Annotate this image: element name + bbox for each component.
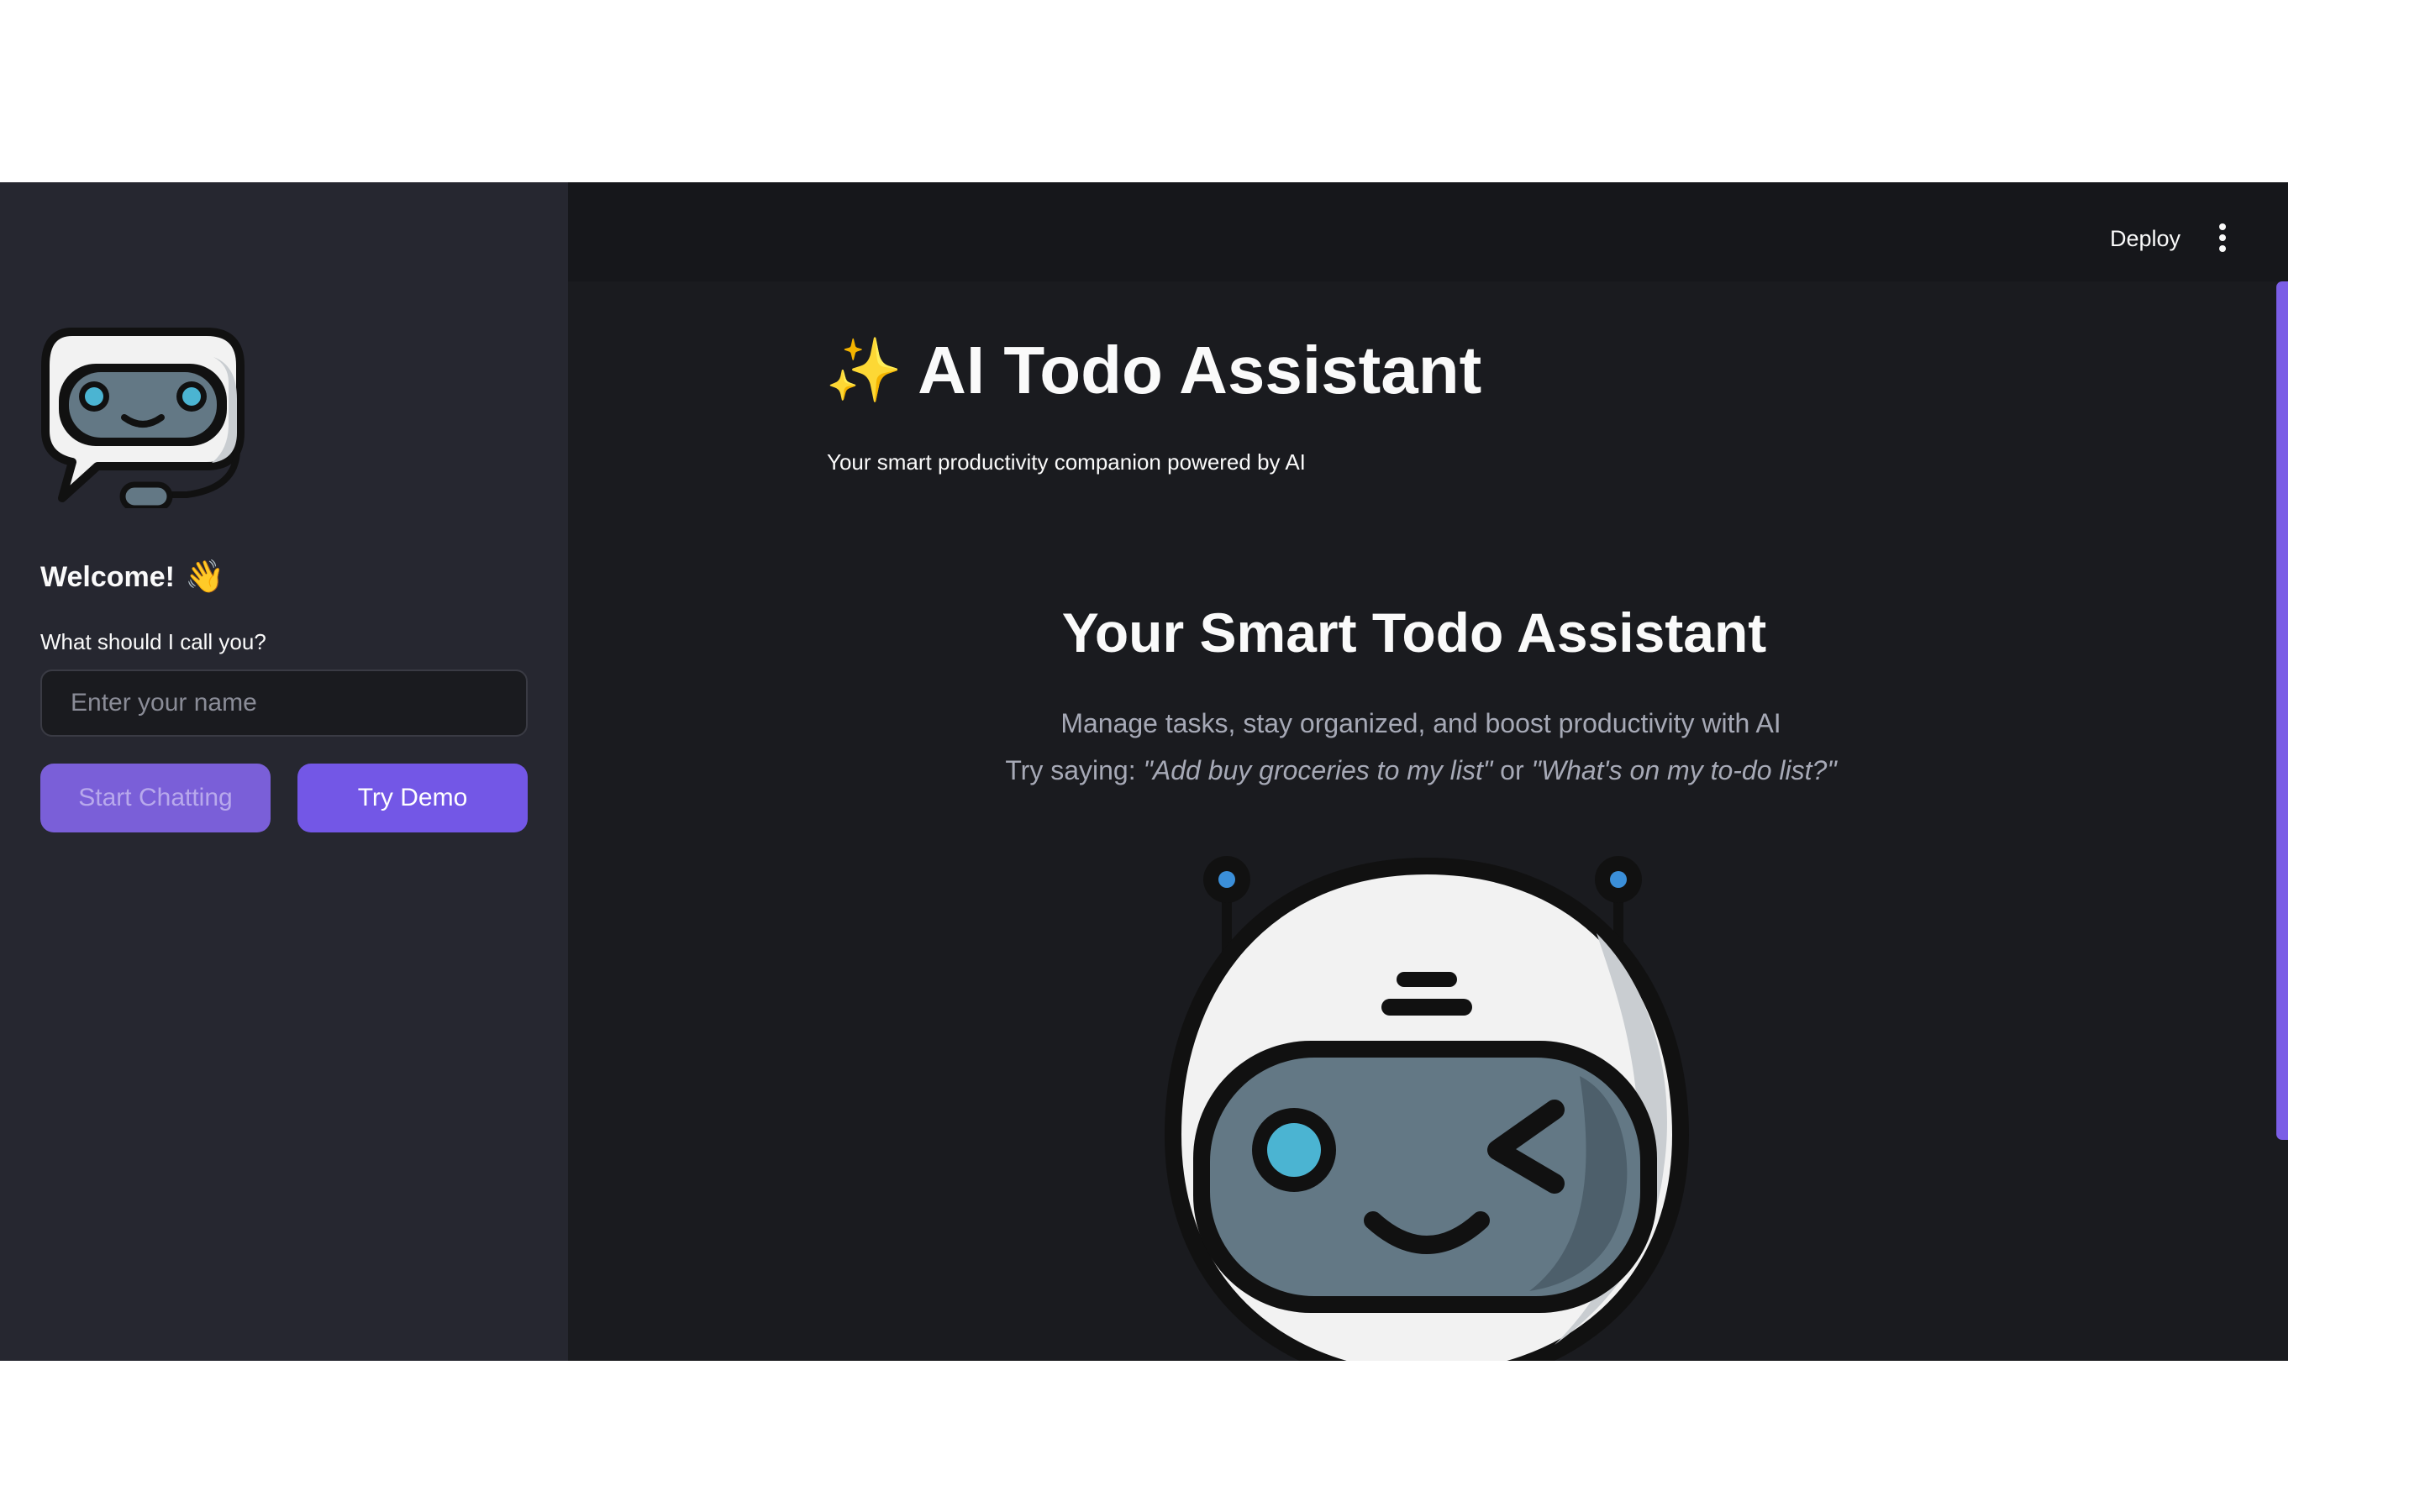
hero-examples: Try saying: "Add buy groceries to my lis… [568,755,2274,786]
welcome-text: Welcome! [40,560,175,593]
name-input[interactable] [40,669,528,737]
hero-title: Your Smart Todo Assistant [1061,601,1767,664]
deploy-button[interactable]: Deploy [2110,226,2181,252]
more-vertical-icon[interactable] [2216,223,2229,253]
page-subtitle: Your smart productivity companion powere… [827,449,1306,475]
examples-connector: or [1492,755,1532,785]
sparkles-icon: ✨ [825,334,903,405]
sidebar: Welcome! 👋 What should I call you? Start… [0,182,568,1361]
start-chatting-button[interactable]: Start Chatting [40,764,271,832]
app-window: Welcome! 👋 What should I call you? Start… [0,182,2288,1361]
example-command-1: "Add buy groceries to my list" [1143,755,1493,785]
page-title-text: AI Todo Assistant [918,333,1482,407]
try-demo-button[interactable]: Try Demo [297,764,528,832]
scrollbar-thumb[interactable] [2276,281,2288,1140]
page-title: ✨ AI Todo Assistant [825,332,1481,409]
robot-chat-icon [41,328,245,508]
welcome-heading: Welcome! 👋 [40,559,224,596]
main-content: ✨ AI Todo Assistant Your smart productiv… [568,281,2288,1361]
example-command-2: "What's on my to-do list?" [1531,755,1837,785]
name-field-label: What should I call you? [40,629,266,654]
examples-prefix: Try saying: [1005,755,1144,785]
top-header: Deploy [568,182,2288,281]
hero-description: Manage tasks, stay organized, and boost … [1060,708,1781,738]
waving-hand-icon: 👋 [184,559,225,595]
robot-wink-icon [1164,856,1690,1361]
